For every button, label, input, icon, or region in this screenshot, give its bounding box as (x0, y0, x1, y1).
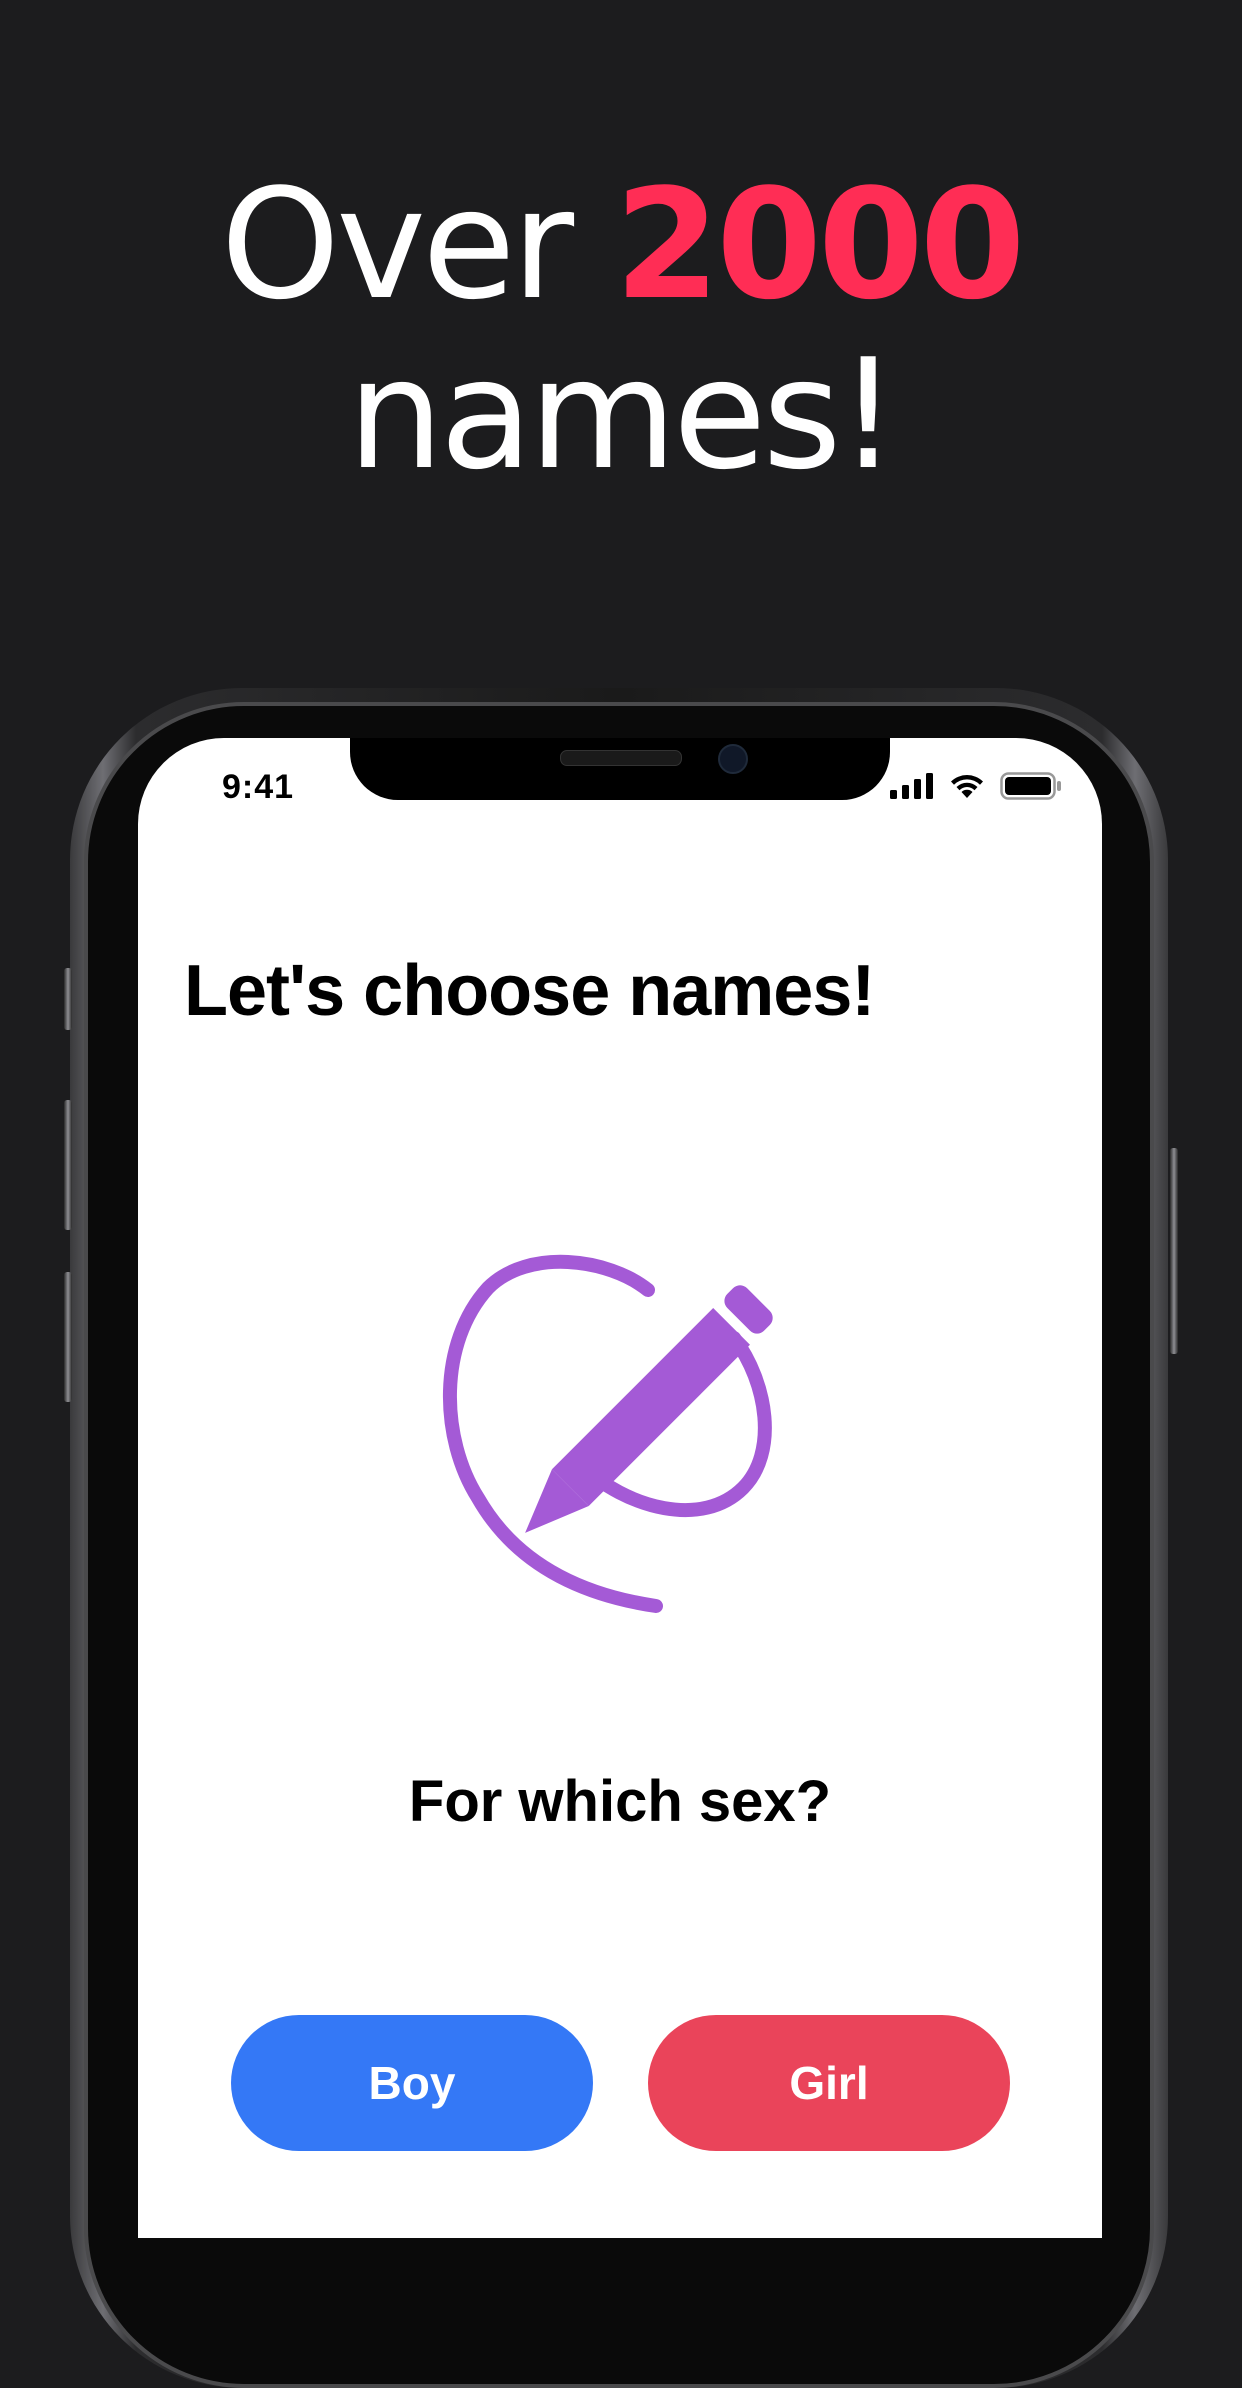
status-time: 9:41 (222, 768, 295, 806)
silent-switch (64, 968, 72, 1030)
headline-accent-number: 2000 (614, 156, 1025, 333)
volume-up-button (64, 1100, 72, 1230)
cellular-signal-icon (890, 773, 933, 799)
pencil-circle-icon (443, 1254, 773, 1613)
promo-headline: Over 2000 names! (0, 160, 1242, 500)
front-camera (718, 744, 748, 774)
wifi-icon (951, 775, 983, 798)
headline-prefix: Over (220, 156, 615, 333)
boy-button[interactable]: Boy (231, 2015, 593, 2151)
girl-button-label: Girl (789, 2057, 869, 2109)
earpiece-speaker (560, 750, 682, 766)
phone-screen: 9:41 Let's choose names! For which sex? … (138, 738, 1102, 2238)
girl-button[interactable]: Girl (648, 2015, 1010, 2151)
power-button (1170, 1148, 1178, 1354)
volume-down-button (64, 1272, 72, 1402)
sex-question: For which sex? (408, 1769, 832, 1834)
headline-line-2: names! (347, 326, 898, 503)
status-icons (890, 772, 1062, 800)
boy-button-label: Boy (368, 2057, 456, 2109)
notch (350, 738, 890, 800)
battery-icon (1000, 772, 1061, 800)
page-title: Let's choose names! (184, 951, 875, 1031)
headline-line-1: Over 2000 (0, 160, 1242, 330)
